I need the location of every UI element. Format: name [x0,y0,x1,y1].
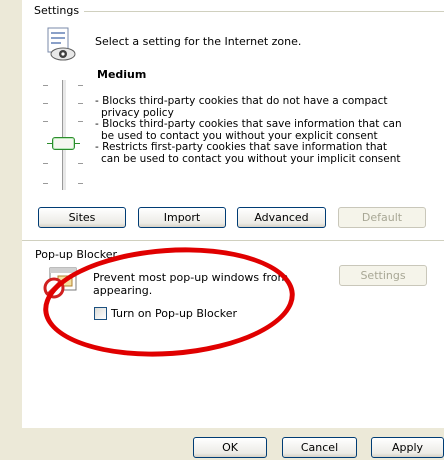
slider-tick [43,121,48,122]
privacy-slider-track[interactable] [62,80,67,190]
apply-button[interactable]: Apply [371,437,444,458]
advanced-button[interactable]: Advanced [237,207,326,228]
default-button: Default [338,207,426,228]
internet-zone-icon [46,26,78,62]
description-line: - Restricts first-party cookies that sav… [95,141,388,153]
privacy-level-description: - Blocks third-party cookies that do not… [95,95,420,165]
section-divider [22,240,444,241]
slider-tick [43,163,48,164]
slider-tick [78,121,83,122]
slider-tick [78,85,83,86]
settings-group-divider [84,11,444,12]
cancel-button[interactable]: Cancel [282,437,357,458]
settings-group-label: Settings [34,4,84,17]
description-line: can be used to contact you without your … [101,152,401,165]
slider-tick [78,103,83,104]
slider-tick [78,163,83,164]
privacy-slider-thumb[interactable] [47,137,80,150]
ok-button[interactable]: OK [193,437,267,458]
slider-tick [43,103,48,104]
slider-tick [43,183,48,184]
description-line: - Blocks third-party cookies that do not… [95,95,388,107]
zone-instruction-text: Select a setting for the Internet zone. [95,35,302,48]
description-line: - Blocks third-party cookies that save i… [95,118,402,130]
slider-tick [78,183,83,184]
slider-tick [43,85,48,86]
sites-button[interactable]: Sites [38,207,126,228]
privacy-level-title: Medium [97,68,147,81]
popup-settings-button: Settings [339,265,427,286]
import-button[interactable]: Import [138,207,226,228]
